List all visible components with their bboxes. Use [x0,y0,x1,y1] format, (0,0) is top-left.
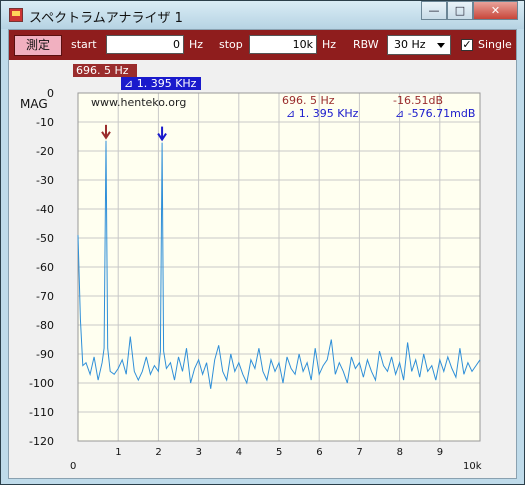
minimize-button[interactable]: — [421,1,447,20]
watermark-text: www.henteko.org [91,96,186,109]
x-tick-label: 9 [437,447,443,458]
y-tick-label: -120 [29,435,54,448]
marker2-level-readout: ⊿ -576.71mdB [395,107,475,120]
y-tick-label: -10 [36,116,54,129]
x-start-label: 0 [70,461,76,472]
x-tick-label: 5 [276,447,282,458]
start-label: start [71,38,97,51]
spectrum-chart[interactable]: 0 -10 -20 -30 -40 -50 -60 -70 -80 -90 -100 -110 -120… [9,60,516,478]
y-tick-label: -60 [36,261,54,274]
app-window: スペクトラムアナライザ 1 — □ ✕ 測定 start 0 Hz stop 1… [0,0,525,485]
stop-label: stop [219,38,243,51]
y-tick-label: -40 [36,203,54,216]
start-unit-label: Hz [189,38,204,51]
marker1-level-readout: -16.51dB [393,94,443,107]
x-tick-label: 6 [316,447,322,458]
title-bar[interactable]: スペクトラムアナライザ 1 — □ ✕ [1,1,524,29]
x-tick-label: 3 [196,447,202,458]
marker1-frequency-readout: 696. 5 Hz [282,94,335,107]
y-tick-label: 0 [47,87,54,100]
rbw-select[interactable]: 30 Hz [387,35,451,55]
x-tick-label: 1 [115,447,121,458]
y-tick-label: -70 [36,290,54,303]
y-tick-label: -110 [29,406,54,419]
x-tick-label: 7 [356,447,362,458]
x-tick-label: 8 [397,447,403,458]
stop-frequency-input[interactable]: 10k [249,35,317,54]
maximize-button[interactable]: □ [447,1,473,20]
app-icon [9,8,23,22]
x-tick-label: 2 [155,447,161,458]
close-button[interactable]: ✕ [473,1,518,20]
window-title: スペクトラムアナライザ 1 [29,11,183,26]
x-tick-label: 4 [236,447,242,458]
single-label: Single [478,38,512,51]
marker2-frequency-readout: ⊿ 1. 395 KHz [286,107,359,120]
client-area: 測定 start 0 Hz stop 10k Hz RBW 30 Hz ✓ Si… [8,29,517,479]
start-frequency-input[interactable]: 0 [106,35,184,54]
plot-area: MAG 696. 5 Hz ⊿ 1. 395 KHz 0 -10 -20 -30 -40… [9,60,516,478]
y-tick-label: -30 [36,174,54,187]
y-tick-label: -100 [29,377,54,390]
y-tick-label: -50 [36,232,54,245]
y-tick-label: -90 [36,348,54,361]
y-tick-label: -20 [36,145,54,158]
single-checkbox[interactable]: ✓ [461,39,473,51]
measure-button[interactable]: 測定 [14,35,62,56]
rbw-label: RBW [353,38,379,51]
dropdown-arrow-icon [437,43,445,48]
rbw-value: 30 Hz [394,38,426,51]
y-tick-label: -80 [36,319,54,332]
stop-unit-label: Hz [322,38,337,51]
window-controls: — □ ✕ [421,1,518,21]
toolbar: 測定 start 0 Hz stop 10k Hz RBW 30 Hz ✓ Si… [9,30,516,60]
x-end-label: 10k [463,461,482,472]
